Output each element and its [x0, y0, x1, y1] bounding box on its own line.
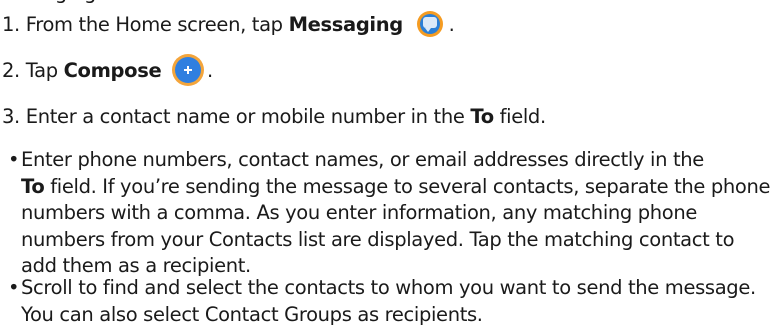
step-1: 1. From the Home screen, tap Messaging .: [2, 11, 455, 38]
step-1-text: From the Home screen, tap: [25, 13, 289, 36]
step-1-number: 1.: [2, 13, 20, 36]
bullet-text-intro: Enter phone numbers, contact names, or e…: [21, 148, 704, 171]
compose-icon: [175, 57, 202, 83]
bullet-text: Scroll to find and select the contacts t…: [21, 276, 756, 326]
bullet-icon: •: [8, 148, 20, 171]
step-2-after: .: [201, 59, 213, 82]
bullet-text-rest: field. If you’re sending the message to …: [21, 174, 771, 278]
step-3-text: Enter a contact name or mobile number in…: [25, 105, 471, 128]
step-2: 2. Tap Compose .: [2, 57, 213, 84]
step-3-bold: To: [470, 105, 494, 128]
bullet-icon: •: [8, 276, 20, 299]
bullet-text: Enter phone numbers, contact names, or e…: [10, 147, 775, 280]
messaging-icon: [416, 11, 443, 37]
cut-off-heading-line: nessaging: [0, 0, 96, 8]
bullet-item-scroll: • Scroll to find and select the contacts…: [8, 275, 775, 328]
step-1-after: .: [442, 13, 455, 36]
bullet-item-to-field: • Enter phone numbers, contact names, or…: [8, 147, 775, 280]
step-2-number: 2.: [2, 59, 20, 82]
step-3-after: field.: [493, 105, 547, 128]
step-2-text: Tap: [25, 59, 64, 82]
step-3-number: 3.: [2, 105, 20, 128]
document-page: nessaging 1. From the Home screen, tap M…: [0, 0, 784, 326]
step-3: 3. Enter a contact name or mobile number…: [2, 104, 546, 130]
step-1-bold: Messaging: [288, 13, 404, 36]
bullet-text-bold: To: [21, 174, 45, 198]
step-2-bold: Compose: [63, 59, 162, 82]
